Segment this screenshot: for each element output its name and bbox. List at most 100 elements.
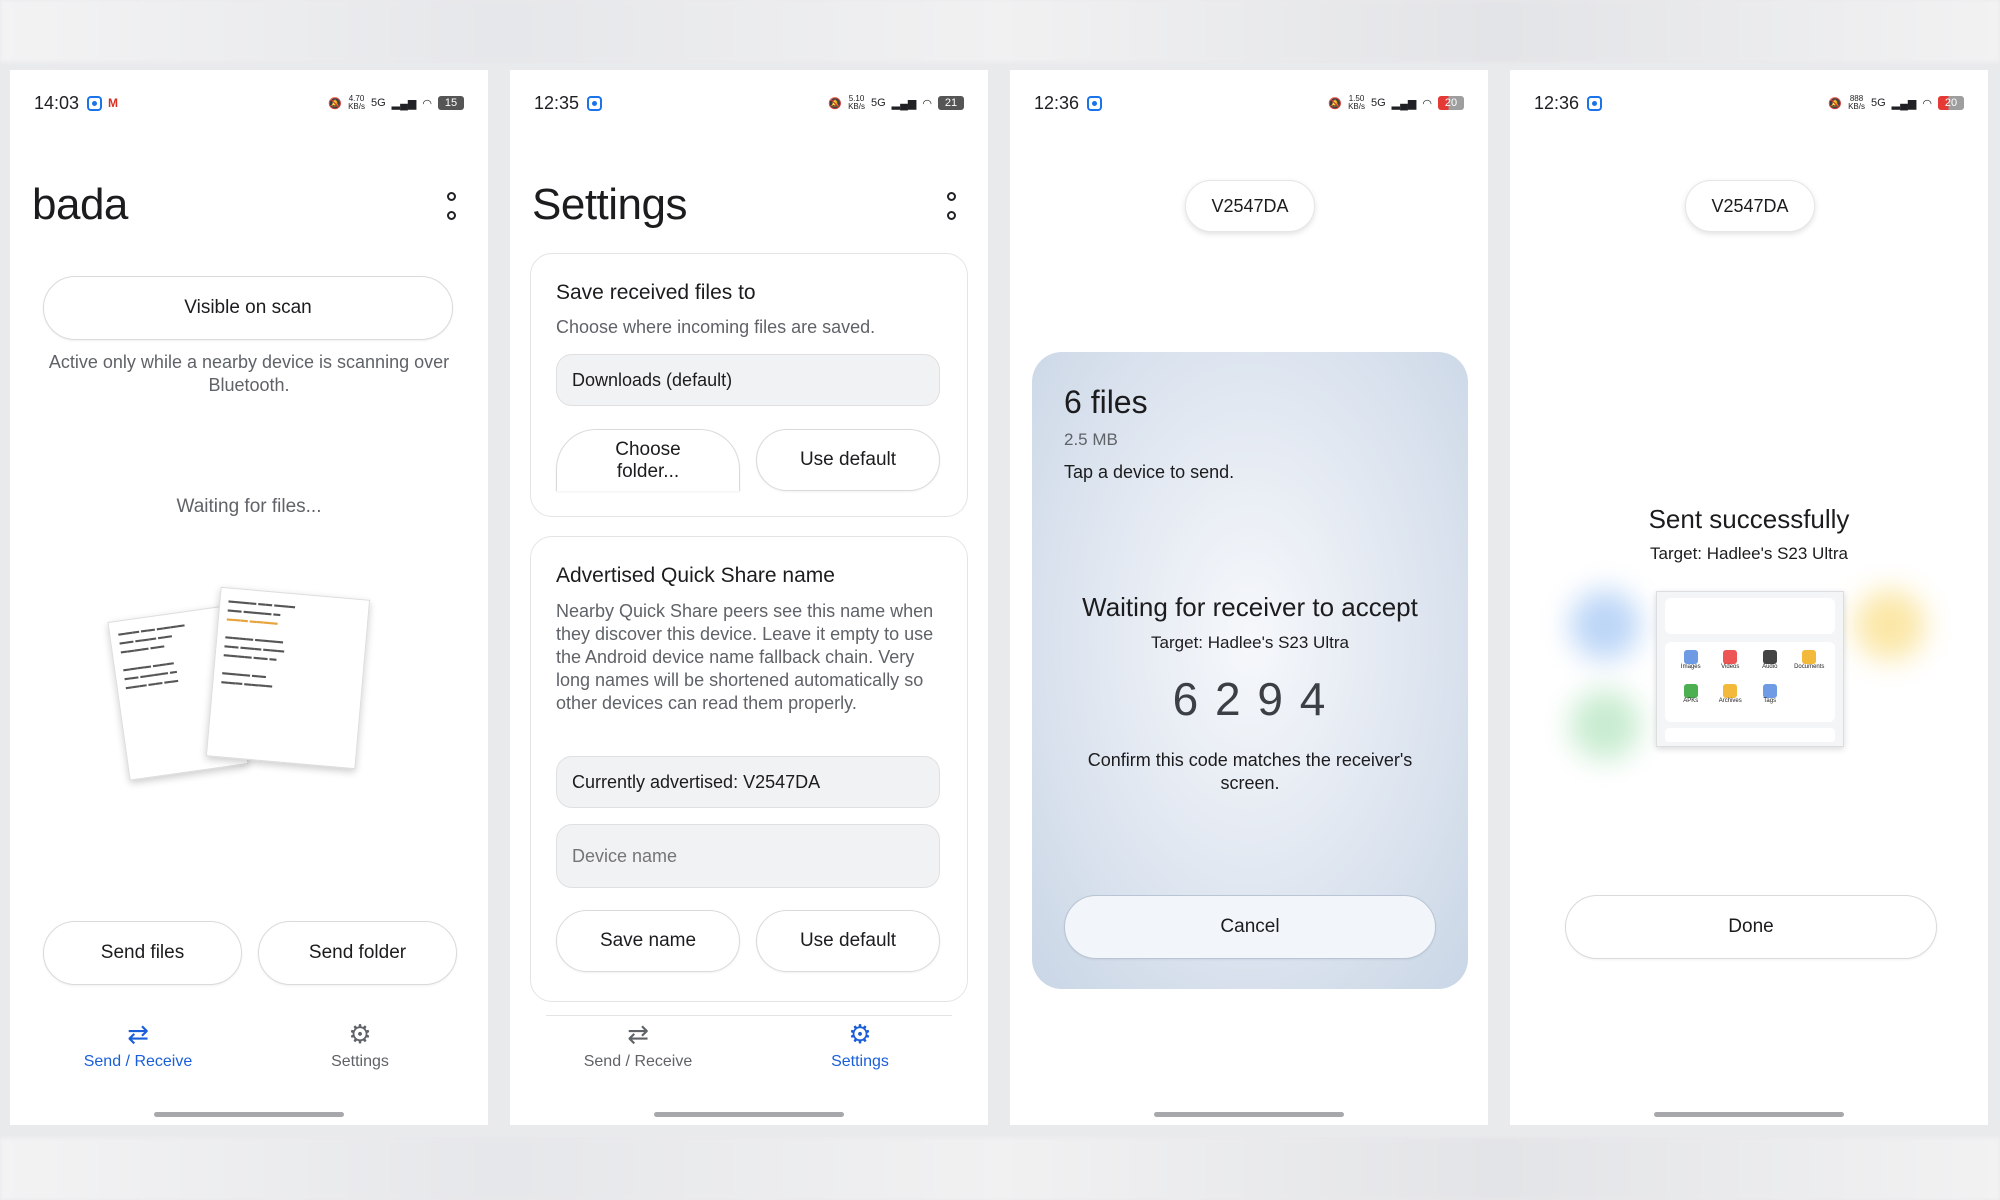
mute-icon: 🔕 <box>828 97 843 110</box>
screen-sending: 12:36 🔕 1.50 KB/s 5G ▂▄▆ ◠ 20 V2547DA 6 f… <box>1010 70 1488 1125</box>
signal-icon: ▂▄▆ <box>1891 97 1917 110</box>
target-device: Target: Hadlee's S23 Ultra <box>1151 633 1349 652</box>
wifi-icon: ◠ <box>1422 97 1432 110</box>
net-speed: 5.10 KB/s <box>848 94 865 111</box>
preview-footer <box>1665 728 1835 742</box>
blurred-background-shape <box>1855 590 1925 660</box>
signal-icon: ▂▄▆ <box>391 97 417 110</box>
name-use-default-button[interactable]: Use default <box>756 910 940 972</box>
status-bar: 12:36 🔕 1.50 KB/s 5G ▂▄▆ ◠ 20 <box>1034 88 1464 118</box>
net-speed: 888 KB/s <box>1848 94 1865 111</box>
preview-tile: Images <box>1673 650 1709 680</box>
current-advertised-name: Currently advertised: V2547DA <box>556 756 940 808</box>
quick-share-name-heading: Advertised Quick Share name <box>556 564 835 587</box>
save-name-button[interactable]: Save name <box>556 910 740 972</box>
home-indicator <box>1654 1112 1844 1117</box>
cancel-button[interactable]: Cancel <box>1064 895 1436 959</box>
quick-share-name-card: Advertised Quick Share name Nearby Quick… <box>530 536 968 1002</box>
app-notification-icon <box>1587 95 1603 111</box>
signal-icon: ▂▄▆ <box>891 97 917 110</box>
net-speed: 1.50 KB/s <box>1348 94 1365 111</box>
file-count: 6 files <box>1064 384 1148 420</box>
send-progress-card: 6 files 2.5 MB Tap a device to send. Wai… <box>1032 352 1468 989</box>
network-type: 5G <box>370 97 386 109</box>
gear-icon: ⚙ <box>348 1019 372 1049</box>
screen-send-receive: 14:03 M 🔕 4.70 KB/s 5G ▂▄▆ ◠ 15 bada Visi… <box>10 70 488 1125</box>
choose-folder-button[interactable]: Choose folder... <box>556 429 740 491</box>
device-chip[interactable]: V2547DA <box>1185 180 1315 232</box>
network-type: 5G <box>870 97 886 109</box>
blurred-top-strip <box>0 0 2000 62</box>
preview-tile: Archives <box>1713 684 1749 714</box>
battery-icon: 20 <box>1438 96 1464 110</box>
file-size: 2.5 MB <box>1064 430 1118 449</box>
app-notification-icon <box>587 95 603 111</box>
mute-icon: 🔕 <box>328 97 343 110</box>
nav-settings[interactable]: ⚙ Settings <box>760 1015 960 1071</box>
save-location-card: Save received files to Choose where inco… <box>530 253 968 517</box>
overflow-menu-icon[interactable] <box>444 192 458 220</box>
visible-hint: Active only while a nearby device is sca… <box>48 352 450 395</box>
screen-sent: 12:36 🔕 888 KB/s 5G ▂▄▆ ◠ 20 V2547DA Sent… <box>1510 70 1988 1125</box>
pairing-code: 6 2 9 4 <box>1172 673 1328 725</box>
status-bar: 12:35 🔕 5.10 KB/s 5G ▂▄▆ ◠ 21 <box>534 88 964 118</box>
wifi-icon: ◠ <box>922 97 932 110</box>
nav-send-receive-label: Send / Receive <box>83 1053 193 1070</box>
illustration-page-right: ▬▬▬▬ ▬▬ ▬▬▬ ▬▬ ▬▬▬▬ ▬ ▬▬▬ ▬▬▬▬ ▬▬▬▬ ▬▬▬▬ ▬▬ … <box>205 586 371 770</box>
blurred-background-shape <box>1570 690 1640 760</box>
send-folder-button[interactable]: Send folder <box>258 921 457 985</box>
gmail-icon: M <box>108 96 119 110</box>
nav-settings[interactable]: ⚙ Settings <box>260 1015 460 1071</box>
battery-icon: 21 <box>938 96 964 110</box>
blurred-bottom-strip <box>0 1138 2000 1200</box>
device-chip[interactable]: V2547DA <box>1685 180 1815 232</box>
visible-on-scan-button[interactable]: Visible on scan <box>43 276 453 340</box>
illustration: ▬▬▬ ▬▬ ▬▬▬▬ ▬▬ ▬▬▬ ▬▬ ▬▬▬▬ ▬▬ ▬▬▬▬ ▬▬▬ ▬▬ ▬▬… <box>107 583 388 783</box>
nav-settings-label: Settings <box>831 1053 889 1070</box>
battery-icon: 20 <box>1938 96 1964 110</box>
confirm-hint: Confirm this code matches the receiver's… <box>1087 750 1413 793</box>
nav-send-receive-label: Send / Receive <box>583 1053 693 1070</box>
device-name-input[interactable] <box>556 824 940 888</box>
bottom-navigation: ⇄ Send / Receive ⚙ Settings <box>510 1015 988 1095</box>
preview-tile: Tags <box>1752 684 1788 714</box>
mute-icon: 🔕 <box>1328 97 1343 110</box>
home-indicator <box>154 1112 344 1117</box>
nav-send-receive[interactable]: ⇄ Send / Receive <box>38 1015 238 1071</box>
network-type: 5G <box>1370 97 1386 109</box>
mute-icon: 🔕 <box>1828 97 1843 110</box>
send-files-button[interactable]: Send files <box>43 921 242 985</box>
preview-tile: Audio <box>1752 650 1788 680</box>
status-bar: 14:03 M 🔕 4.70 KB/s 5G ▂▄▆ ◠ 15 <box>34 88 464 118</box>
status-time: 12:35 <box>534 92 580 113</box>
battery-icon: 15 <box>438 96 464 110</box>
overflow-menu-icon[interactable] <box>944 192 958 220</box>
save-use-default-button[interactable]: Use default <box>756 429 940 491</box>
save-location-field[interactable]: Downloads (default) <box>556 354 940 406</box>
home-indicator <box>654 1112 844 1117</box>
target-device: Target: Hadlee's S23 Ultra <box>1650 544 1848 563</box>
nav-send-receive[interactable]: ⇄ Send / Receive <box>538 1015 738 1071</box>
net-speed: 4.70 KB/s <box>348 94 365 111</box>
waiting-accept: Waiting for receiver to accept <box>1082 592 1418 622</box>
bottom-navigation: ⇄ Send / Receive ⚙ Settings <box>10 1015 488 1095</box>
app-notification-icon <box>1087 95 1103 111</box>
wifi-icon: ◠ <box>1922 97 1932 110</box>
page-title: bada <box>32 180 128 229</box>
home-indicator <box>1154 1112 1344 1117</box>
nav-settings-label: Settings <box>331 1053 389 1070</box>
page-title: Settings <box>532 180 687 229</box>
status-time: 12:36 <box>1534 92 1580 113</box>
app-preview-thumbnail: Images Videos Audio Documents APKs Archi… <box>1656 591 1844 747</box>
status-time: 14:03 <box>34 92 80 113</box>
app-notification-icon <box>87 95 103 111</box>
swap-arrows-icon: ⇄ <box>627 1019 649 1049</box>
tap-hint: Tap a device to send. <box>1064 462 1235 482</box>
done-button[interactable]: Done <box>1565 895 1937 959</box>
preview-tile: Videos <box>1713 650 1749 680</box>
save-location-heading: Save received files to <box>556 281 756 304</box>
screen-settings: 12:35 🔕 5.10 KB/s 5G ▂▄▆ ◠ 21 Settings Sa… <box>510 70 988 1125</box>
sent-success-title: Sent successfully <box>1648 504 1850 534</box>
preview-grid: Images Videos Audio Documents APKs Archi… <box>1665 642 1835 722</box>
gear-icon: ⚙ <box>848 1019 872 1049</box>
